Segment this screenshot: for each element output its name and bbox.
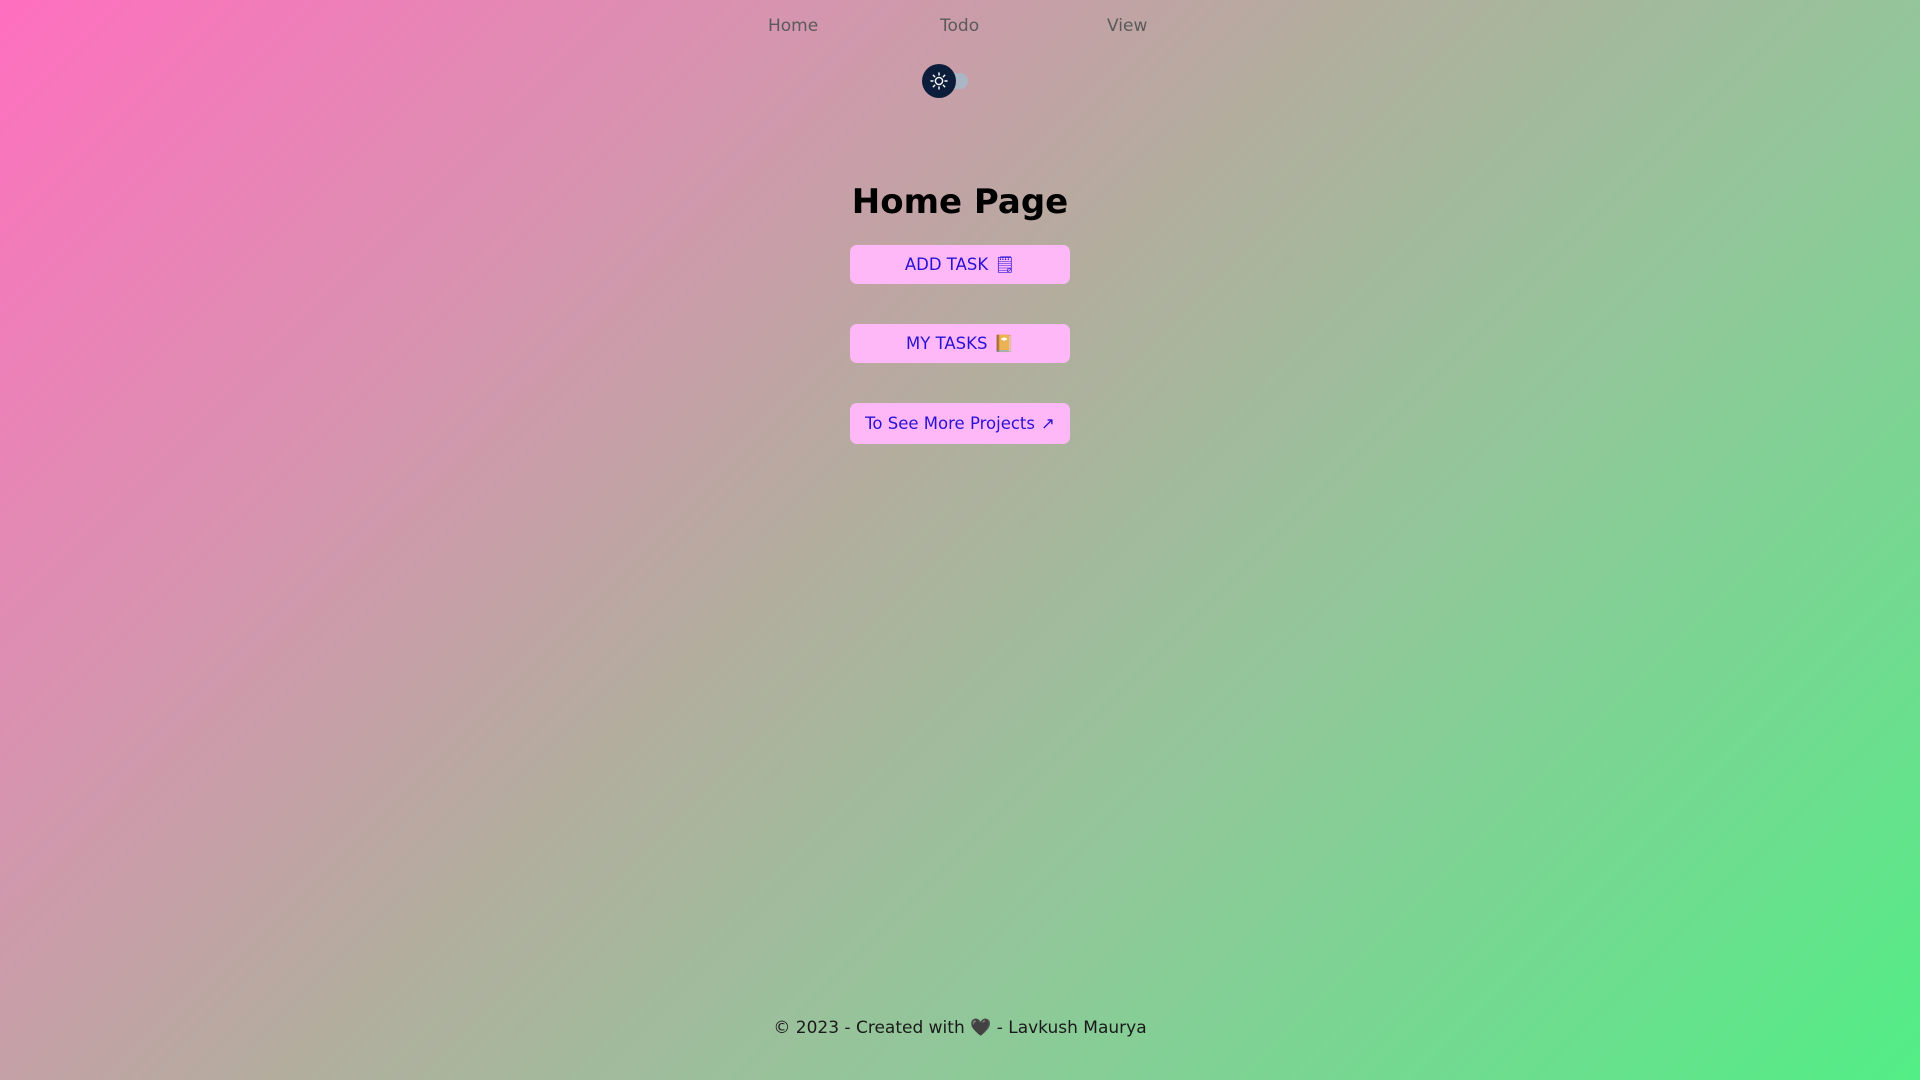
- page-title: Home Page: [851, 182, 1069, 222]
- sun-icon: [930, 72, 948, 90]
- toggle-knob: [922, 64, 956, 98]
- top-nav: Home Todo View: [0, 0, 1920, 56]
- notepad-icon: 🗒: [994, 254, 1016, 274]
- my-tasks-label: MY TASKS: [906, 334, 988, 353]
- add-task-label: ADD TASK: [904, 255, 989, 274]
- footer-credit: © 2023 - Created with 🖤 - Lavkush Maurya: [773, 1018, 1147, 1038]
- theme-toggle[interactable]: [922, 64, 972, 98]
- more-projects-label: To See More Projects: [865, 414, 1035, 433]
- nav-link-todo[interactable]: Todo: [940, 16, 979, 36]
- my-tasks-button[interactable]: MY TASKS 📔: [850, 324, 1070, 363]
- add-task-button[interactable]: ADD TASK 🗒: [850, 245, 1070, 284]
- nav-link-home[interactable]: Home: [768, 16, 818, 36]
- external-link-icon: ↗: [1041, 414, 1055, 433]
- nav-link-view[interactable]: View: [1107, 16, 1147, 36]
- more-projects-button[interactable]: To See More Projects ↗: [850, 403, 1070, 444]
- notebook-icon: 📔: [993, 333, 1014, 353]
